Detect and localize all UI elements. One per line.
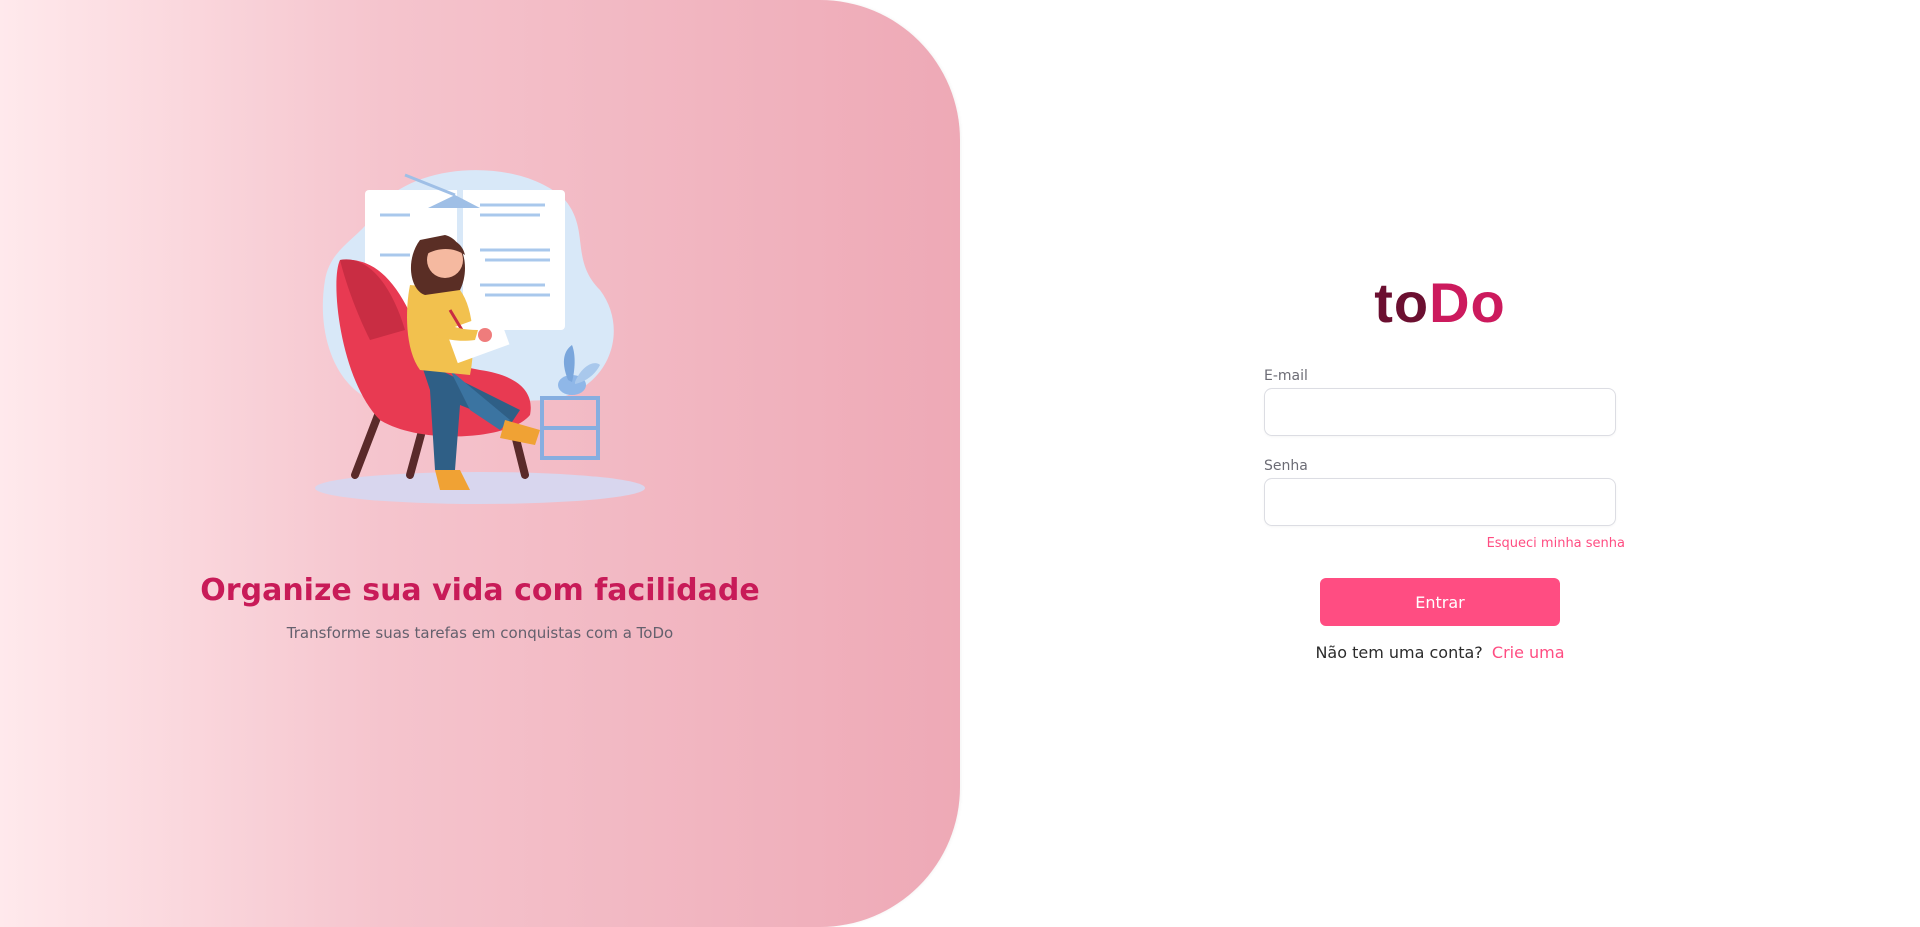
hero-subtitle: Transforme suas tarefas em conquistas co… [286,624,674,642]
signup-link[interactable]: Crie uma [1492,643,1565,662]
forgot-password-link[interactable]: Esqueci minha senha [1470,536,1625,551]
password-label: Senha [1264,458,1308,474]
login-button[interactable]: Entrar [1320,578,1560,626]
hero-title: Organize sua vida com facilidade [200,573,760,608]
email-label: E-mail [1264,368,1308,384]
email-field[interactable] [1264,388,1616,436]
signup-row: Não tem uma conta? Crie uma [1240,643,1640,662]
signup-prompt: Não tem uma conta? [1315,643,1483,662]
app-logo: toDo [1240,270,1640,335]
woman-reading-illustration [315,170,645,504]
password-field[interactable] [1264,478,1616,526]
logo-part-2: Do [1429,271,1506,334]
logo-part-1: to [1374,271,1430,334]
hero-panel: Organize sua vida com facilidade Transfo… [0,0,960,927]
